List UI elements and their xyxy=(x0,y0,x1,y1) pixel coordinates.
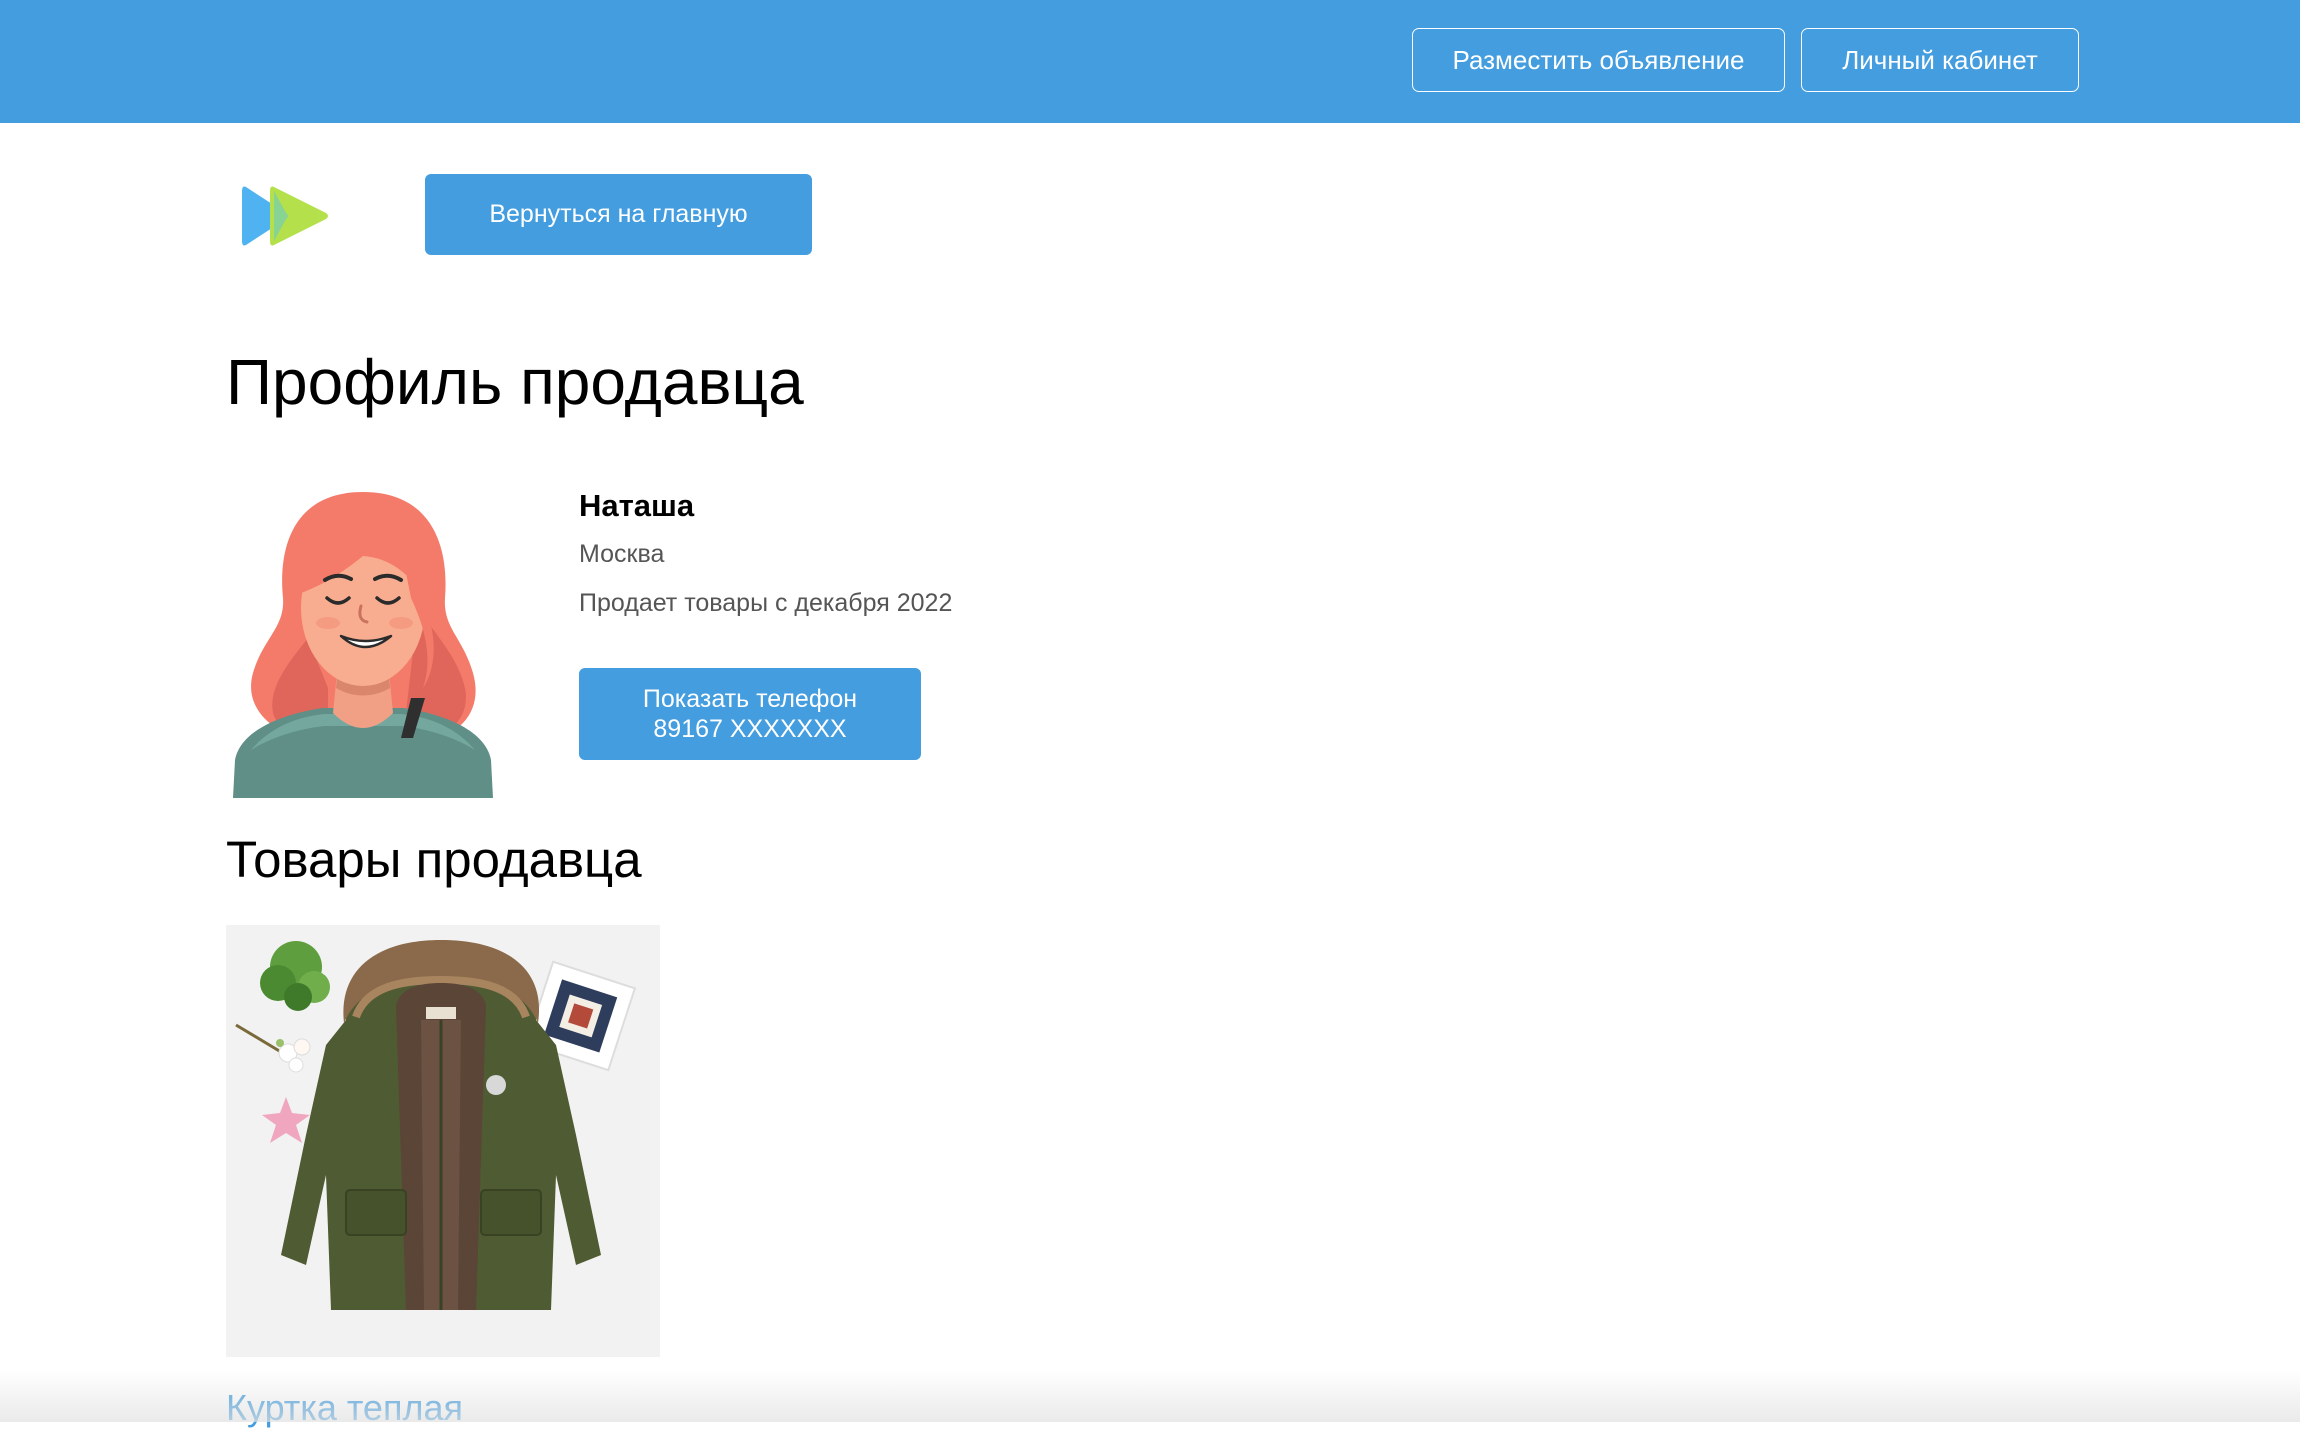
page-title: Профиль продавца xyxy=(226,346,804,418)
post-ad-button[interactable]: Разместить объявление xyxy=(1412,28,1785,92)
show-phone-button[interactable]: Показать телефон 89167 XXXXXXX xyxy=(579,668,921,760)
seller-since: Продает товары с декабря 2022 xyxy=(579,589,953,617)
top-navigation-bar: Разместить объявление Личный кабинет xyxy=(0,0,2300,123)
seller-avatar-illustration xyxy=(233,492,493,798)
seller-name: Наташа xyxy=(579,488,695,523)
seller-city: Москва xyxy=(579,540,665,568)
jacket-photo[interactable] xyxy=(226,925,660,1357)
back-to-home-button[interactable]: Вернуться на главную xyxy=(425,174,812,255)
personal-cabinet-button[interactable]: Личный кабинет xyxy=(1801,28,2079,92)
phone-number: 89167 XXXXXXX xyxy=(653,715,847,743)
product-card[interactable]: Куртка теплая xyxy=(226,925,660,1428)
play-forward-logo-icon[interactable] xyxy=(240,181,332,251)
show-phone-label: Показать телефон xyxy=(642,685,858,713)
seller-goods-title: Товары продавца xyxy=(226,831,642,888)
product-link[interactable]: Куртка теплая xyxy=(226,1387,463,1429)
